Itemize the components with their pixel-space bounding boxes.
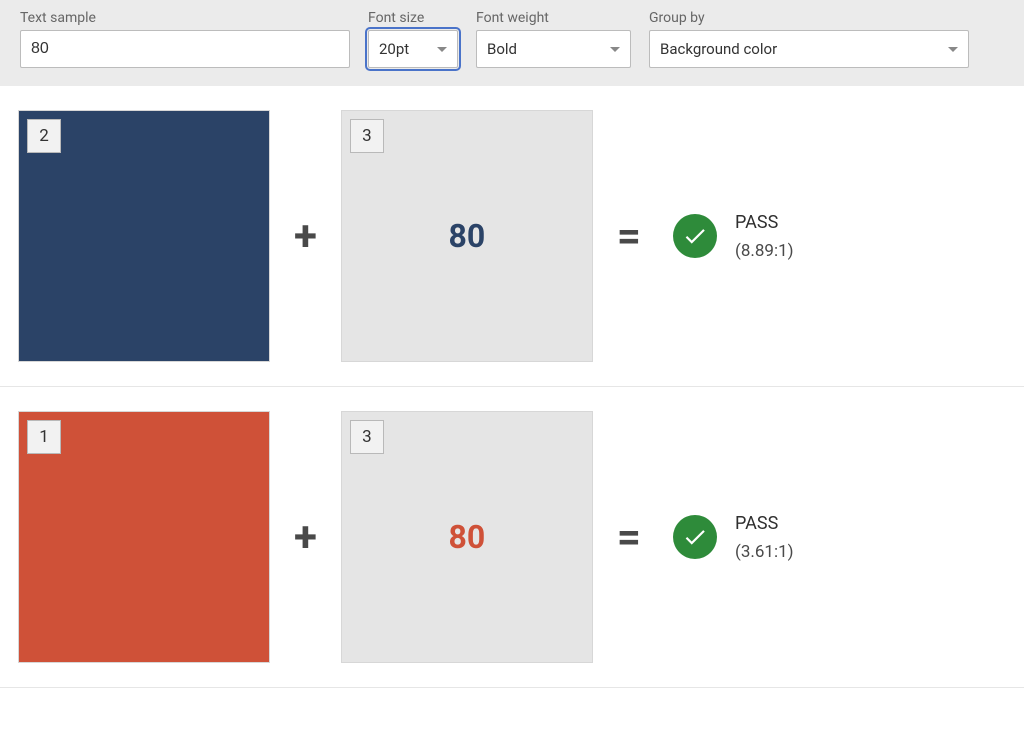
result-text: PASS (8.89:1) — [735, 212, 794, 261]
text-sample-input[interactable] — [20, 30, 350, 68]
toolbar: Text sample Font size 20pt Font weight B… — [0, 0, 1024, 86]
font-size-value: 20pt — [379, 40, 409, 58]
swatch-badge: 3 — [350, 420, 384, 454]
sample-text: 80 — [449, 518, 486, 556]
result-ratio: (8.89:1) — [735, 241, 794, 261]
check-icon — [673, 214, 717, 258]
chevron-down-icon — [948, 47, 958, 52]
result-text: PASS (3.61:1) — [735, 513, 794, 562]
plus-icon: + — [294, 212, 317, 261]
result-ratio: (3.61:1) — [735, 542, 794, 562]
font-size-select[interactable]: 20pt — [368, 30, 458, 68]
swatch-badge: 1 — [27, 420, 61, 454]
swatch-badge: 3 — [350, 119, 384, 153]
result-label: PASS — [735, 212, 794, 233]
swatch-badge: 2 — [27, 119, 61, 153]
background-swatch[interactable]: 1 — [18, 411, 270, 663]
chevron-down-icon — [437, 47, 447, 52]
font-size-label: Font size — [368, 10, 458, 26]
group-by-value: Background color — [660, 40, 777, 58]
font-weight-field: Font weight Bold — [476, 10, 631, 68]
group-by-label: Group by — [649, 10, 969, 26]
equals-icon: = — [617, 212, 641, 261]
contrast-rows: 2 + 3 80 = PASS (8.89:1) 1 + 3 80 = — [0, 86, 1024, 688]
text-sample-label: Text sample — [20, 10, 350, 26]
check-icon — [673, 515, 717, 559]
result-label: PASS — [735, 513, 794, 534]
contrast-row: 2 + 3 80 = PASS (8.89:1) — [0, 86, 1024, 387]
group-by-select[interactable]: Background color — [649, 30, 969, 68]
foreground-swatch[interactable]: 3 80 — [341, 411, 593, 663]
chevron-down-icon — [610, 47, 620, 52]
result: PASS (8.89:1) — [673, 212, 794, 261]
font-size-field: Font size 20pt — [368, 10, 458, 68]
font-weight-label: Font weight — [476, 10, 631, 26]
plus-icon: + — [294, 513, 317, 562]
contrast-row: 1 + 3 80 = PASS (3.61:1) — [0, 387, 1024, 688]
text-sample-field: Text sample — [20, 10, 350, 68]
foreground-swatch[interactable]: 3 80 — [341, 110, 593, 362]
font-weight-select[interactable]: Bold — [476, 30, 631, 68]
font-weight-value: Bold — [487, 40, 517, 58]
group-by-field: Group by Background color — [649, 10, 969, 68]
background-swatch[interactable]: 2 — [18, 110, 270, 362]
sample-text: 80 — [449, 217, 486, 255]
result: PASS (3.61:1) — [673, 513, 794, 562]
equals-icon: = — [617, 513, 641, 562]
